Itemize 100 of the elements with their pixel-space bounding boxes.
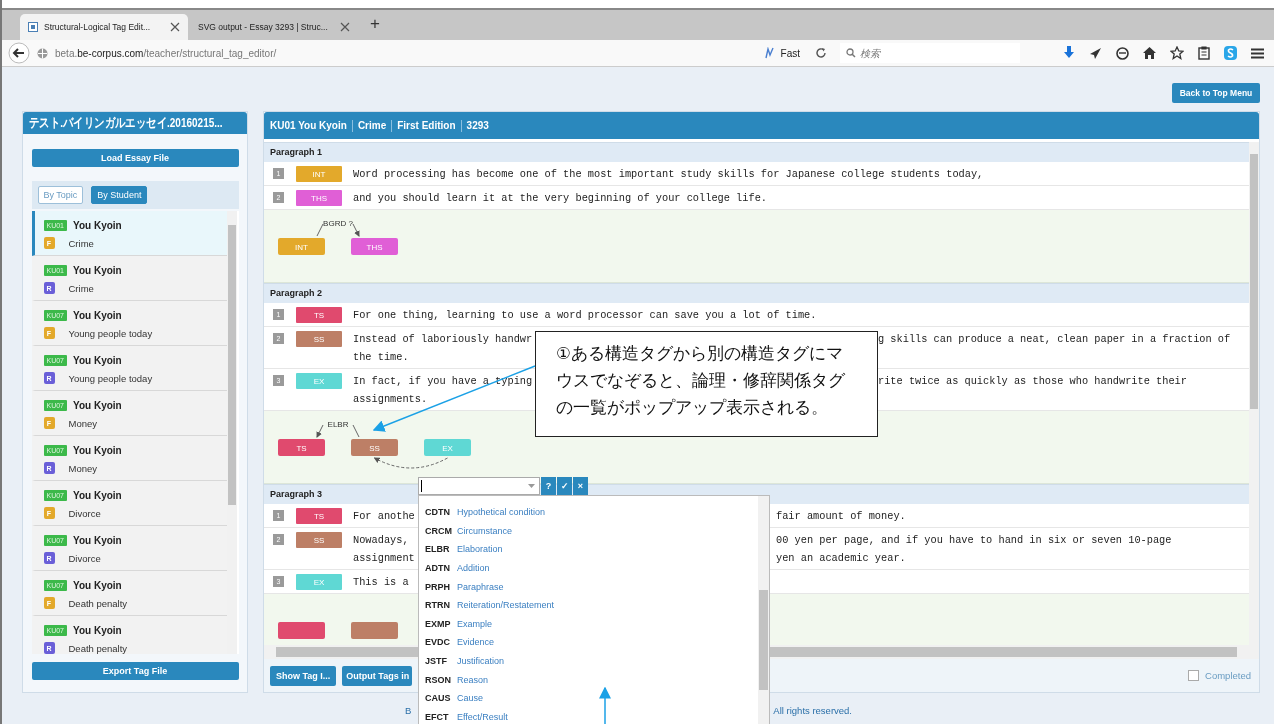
- essay-info: KU01 You Kyoin: [270, 119, 348, 132]
- tag-node[interactable]: TS: [278, 439, 325, 456]
- essay-topic: Divorce: [68, 507, 101, 519]
- checkbox-label: Completed: [1205, 670, 1251, 681]
- relation-option[interactable]: JSTF Justification: [419, 651, 745, 671]
- sentence-text: g skills can produce a neat, clean paper in a fraction of: [878, 332, 1231, 347]
- completed-checkbox[interactable]: [1188, 670, 1200, 681]
- action-button[interactable]: Show Tag I...: [270, 665, 337, 686]
- scrollbar[interactable]: [226, 211, 237, 654]
- relation-option[interactable]: RSON Reason: [419, 670, 745, 689]
- essay-topic: Crime: [68, 282, 94, 294]
- essay-topic: Crime: [68, 237, 94, 249]
- sentence-text: yen an academic year.: [776, 551, 906, 566]
- search-icon: [846, 48, 856, 58]
- scrollbar[interactable]: [758, 496, 769, 724]
- essay-topic: Death penalty: [68, 597, 128, 609]
- relation-option[interactable]: ELBR Elaboration: [419, 540, 745, 559]
- paragraph-heading: Paragraph 2: [264, 283, 1249, 303]
- action-button[interactable]: Output Tags in: [342, 665, 413, 686]
- export-tag-file-button[interactable]: Export Tag File: [31, 662, 239, 680]
- star-icon[interactable]: [1170, 46, 1184, 60]
- sentence-text: 00 yen per page, and if you have to hand in six or seven 10-page: [776, 533, 1172, 548]
- close-icon[interactable]: [170, 22, 180, 32]
- relation-option[interactable]: EVDC Evidence: [419, 633, 745, 652]
- relation-arrow[interactable]: [316, 223, 360, 237]
- s-logo-icon[interactable]: [1224, 46, 1237, 60]
- back-to-top-menu-button[interactable]: Back to Top Menu: [1172, 83, 1260, 103]
- sentence-text: rite twice as quickly as those who handwrite their: [878, 374, 1187, 389]
- sentence-text: assignments.: [353, 393, 428, 405]
- lightning-icon: [763, 47, 774, 59]
- browser-tab[interactable]: Structural-Logical Tag Edit...: [20, 14, 188, 40]
- tag-node[interactable]: [278, 622, 325, 639]
- relation-option[interactable]: EFCT Effect/Result: [419, 707, 745, 724]
- sentence-text: Word processing has become one of the most important study skills for Japanese college students today,: [353, 168, 984, 180]
- back-icon[interactable]: [8, 42, 30, 64]
- menu-button[interactable]: ×: [573, 477, 588, 495]
- globe-icon: [37, 47, 48, 59]
- menu-button[interactable]: ✓: [557, 477, 572, 495]
- home-icon[interactable]: [1143, 47, 1156, 59]
- student-name: You Kyoin: [73, 399, 122, 411]
- relation-option[interactable]: PRPH Paraphrase: [419, 577, 745, 596]
- annotation-callout: ①ある構造タグから別の構造タグにマウスでなぞると、論理・修辞関係タグの一覧がポップアップ表示される。: [535, 331, 878, 437]
- structure-tag[interactable]: TS: [296, 508, 342, 524]
- page-icon: [28, 22, 38, 32]
- sentence-text: In fact, if you have a typing: [353, 375, 533, 387]
- download-icon[interactable]: [1063, 46, 1075, 60]
- annotation-arrow: [599, 686, 611, 724]
- student-name: You Kyoin: [73, 354, 122, 366]
- paper-plane-icon[interactable]: [1089, 46, 1102, 60]
- relation-option[interactable]: CAUS Cause: [419, 688, 745, 708]
- essay-topic: Divorce: [68, 552, 101, 564]
- close-icon[interactable]: [340, 22, 350, 32]
- sentence-text: and you should learn it at the very beginning of your college life.: [353, 192, 767, 204]
- relation-option[interactable]: CDTN Hypothetical condition: [419, 503, 745, 522]
- essay-topic: Young people today: [68, 327, 153, 339]
- new-tab-button[interactable]: +: [360, 13, 390, 37]
- sentence-text: the time.: [353, 351, 409, 363]
- sentence-text: Instead of laboriously handwr: [353, 333, 533, 345]
- filter-button[interactable]: By Student: [91, 186, 148, 204]
- structure-tag[interactable]: TS: [296, 307, 342, 323]
- sentence-text: Nowadays,: [353, 534, 409, 546]
- essay-info: 3293: [460, 119, 494, 132]
- student-name: You Kyoin: [73, 219, 122, 231]
- essay-info: Crime: [351, 119, 392, 132]
- sentence-text: For anothe: [353, 510, 415, 522]
- menu-button[interactable]: ?: [541, 477, 556, 495]
- student-name: You Kyoin: [73, 534, 122, 546]
- sentence-text: fair amount of money.: [776, 509, 906, 524]
- relation-label: BGRD ?: [323, 219, 353, 228]
- url-field[interactable]: beta.be-corpus.com/teacher/structural_tag_editor/: [55, 47, 757, 59]
- clipboard-icon[interactable]: [1198, 46, 1210, 60]
- essay-topic: Money: [68, 462, 97, 474]
- dashed-arrow[interactable]: [373, 457, 448, 469]
- relation-arrow[interactable]: [316, 424, 360, 438]
- footer-text: B: [405, 704, 412, 716]
- load-essay-file-button[interactable]: Load Essay File: [31, 149, 239, 167]
- relation-option[interactable]: RTRN Reiteration/Restatement: [419, 595, 745, 615]
- relation-option[interactable]: CRCM Circumstance: [419, 521, 745, 541]
- relation-option[interactable]: ADTN Addition: [419, 558, 745, 578]
- essay-topic: Death penalty: [68, 642, 128, 654]
- speed-label: Fast: [780, 47, 800, 59]
- essay-topic: Money: [68, 417, 97, 429]
- paragraph-heading: Paragraph 1: [264, 142, 1249, 162]
- student-name: You Kyoin: [73, 489, 122, 501]
- essay-info: First Edition: [391, 119, 461, 132]
- footer-text: All rights reserved.: [773, 704, 852, 716]
- tag-node[interactable]: [351, 622, 398, 639]
- sentence-text: This is a: [353, 576, 409, 588]
- scrollbar[interactable]: [1249, 142, 1259, 645]
- student-name: You Kyoin: [73, 264, 122, 276]
- relation-option[interactable]: EXMP Example: [419, 614, 745, 634]
- student-name: You Kyoin: [73, 624, 122, 636]
- reload-icon[interactable]: [815, 47, 827, 59]
- essay-topic: Young people today: [68, 372, 153, 384]
- student-name: You Kyoin: [73, 309, 122, 321]
- file-title: テスト.バイリンガルエッセイ.20160215...: [29, 114, 223, 132]
- student-name: You Kyoin: [73, 579, 122, 591]
- menu-icon[interactable]: [1251, 47, 1264, 59]
- relation-label: ELBR: [327, 420, 349, 429]
- search-field[interactable]: 検索: [840, 43, 1020, 63]
